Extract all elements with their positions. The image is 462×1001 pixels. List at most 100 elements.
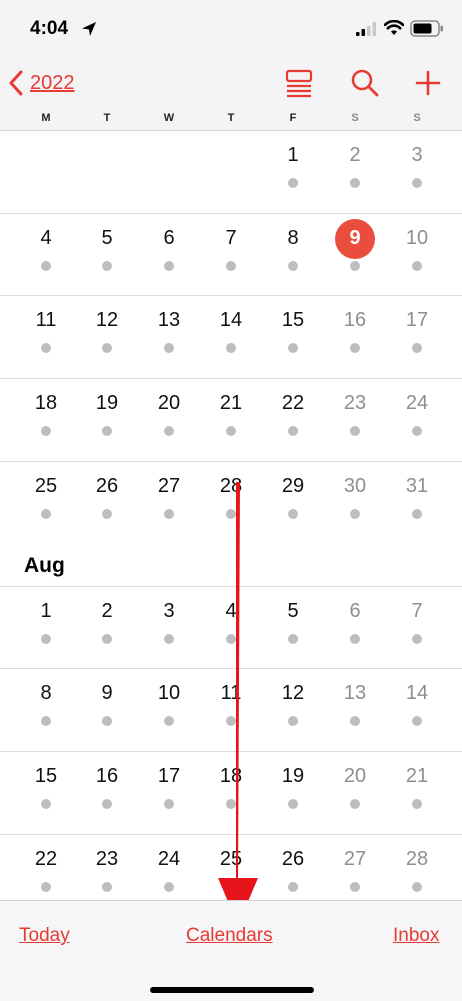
day-number: 12 <box>281 682 305 705</box>
day-cell[interactable]: 24 <box>389 382 445 456</box>
day-cell[interactable]: 8 <box>265 217 321 291</box>
day-cell[interactable]: 12 <box>265 672 321 746</box>
day-cell[interactable]: 2 <box>79 590 135 664</box>
battery-icon <box>410 20 443 37</box>
day-cell[interactable]: 3 <box>141 590 197 664</box>
day-cell[interactable]: 30 <box>327 465 383 539</box>
day-number: 1 <box>287 144 299 166</box>
day-cell[interactable]: 17 <box>141 755 197 829</box>
day-cell[interactable]: 19 <box>265 755 321 829</box>
back-year-label: 2022 <box>30 71 75 94</box>
back-to-year-button[interactable]: 2022 <box>8 66 75 100</box>
day-cell[interactable]: 18 <box>203 755 259 829</box>
day-cell[interactable]: 4 <box>203 590 259 664</box>
day-cell[interactable]: 5 <box>79 217 135 291</box>
day-cell[interactable]: 14 <box>203 299 259 373</box>
day-cell[interactable]: 14 <box>389 672 445 746</box>
weekday-label: T <box>103 112 111 124</box>
day-cell[interactable]: 11 <box>18 299 74 373</box>
day-cell[interactable]: 1 <box>265 134 321 208</box>
day-number: 15 <box>281 309 305 332</box>
day-cell[interactable]: 26 <box>79 465 135 539</box>
day-number: 27 <box>343 847 367 870</box>
event-dot <box>164 881 174 892</box>
event-dot <box>41 260 51 271</box>
day-number: 16 <box>95 764 119 787</box>
today-button[interactable]: Today <box>19 925 70 947</box>
event-dot <box>288 633 298 644</box>
day-cell[interactable]: 2 <box>327 134 383 208</box>
day-cell[interactable]: 17 <box>389 299 445 373</box>
day-cell[interactable]: 6 <box>327 590 383 664</box>
day-cell[interactable]: 21 <box>389 755 445 829</box>
day-cell[interactable]: 7 <box>389 590 445 664</box>
day-number: 2 <box>101 599 113 622</box>
day-number: 5 <box>287 599 299 622</box>
day-number: 11 <box>35 309 57 332</box>
day-cell[interactable]: 15 <box>18 755 74 829</box>
weekday-header: M T W T F S S <box>0 110 462 131</box>
day-number: 25 <box>219 847 243 870</box>
day-cell[interactable]: 10 <box>389 217 445 291</box>
day-number: 14 <box>219 309 243 332</box>
event-dot <box>102 881 112 892</box>
day-cell[interactable]: 28 <box>203 465 259 539</box>
day-number: 12 <box>95 309 119 332</box>
day-cell[interactable]: 25 <box>18 465 74 539</box>
day-cell[interactable]: 9 <box>327 217 383 291</box>
day-cell[interactable]: 16 <box>327 299 383 373</box>
search-icon[interactable] <box>349 68 381 98</box>
day-cell[interactable]: 27 <box>141 465 197 539</box>
day-number: 10 <box>157 682 181 705</box>
day-number: 7 <box>411 599 423 622</box>
day-cell[interactable]: 21 <box>203 382 259 456</box>
add-icon[interactable] <box>412 68 444 98</box>
day-cell[interactable]: 13 <box>141 299 197 373</box>
event-dot <box>350 508 360 519</box>
event-dot <box>164 343 174 354</box>
event-dot <box>41 633 51 644</box>
day-cell[interactable]: 22 <box>265 382 321 456</box>
day-cell[interactable]: 11 <box>203 672 259 746</box>
inbox-button[interactable]: Inbox <box>393 925 439 947</box>
list-view-icon[interactable] <box>283 68 315 98</box>
event-dot <box>412 798 422 809</box>
day-cell[interactable]: 1 <box>18 590 74 664</box>
day-cell[interactable]: 29 <box>265 465 321 539</box>
day-cell[interactable]: 5 <box>265 590 321 664</box>
day-cell[interactable]: 20 <box>141 382 197 456</box>
day-cell[interactable]: 20 <box>327 755 383 829</box>
event-dot <box>350 881 360 892</box>
event-dot <box>226 508 236 519</box>
event-dot <box>412 260 422 271</box>
day-cell[interactable]: 3 <box>389 134 445 208</box>
event-dot <box>226 426 236 437</box>
event-dot <box>288 260 298 271</box>
event-dot <box>412 343 422 354</box>
day-cell[interactable]: 7 <box>203 217 259 291</box>
day-number: 3 <box>163 599 175 622</box>
event-dot <box>41 798 51 809</box>
event-dot <box>226 881 236 892</box>
day-cell[interactable]: 8 <box>18 672 74 746</box>
event-dot <box>164 508 174 519</box>
event-dot <box>41 508 51 519</box>
day-cell[interactable]: 31 <box>389 465 445 539</box>
event-dot <box>226 633 236 644</box>
day-cell[interactable]: 19 <box>79 382 135 456</box>
week-divider <box>0 212 462 214</box>
day-cell[interactable]: 23 <box>327 382 383 456</box>
day-cell[interactable]: 16 <box>79 755 135 829</box>
day-cell[interactable]: 15 <box>265 299 321 373</box>
day-cell[interactable]: 4 <box>18 217 74 291</box>
day-cell[interactable]: 18 <box>18 382 74 456</box>
day-cell[interactable]: 13 <box>327 672 383 746</box>
day-number: 16 <box>343 309 367 332</box>
day-cell[interactable]: 10 <box>141 672 197 746</box>
day-number: 26 <box>281 847 305 870</box>
calendars-button[interactable]: Calendars <box>186 925 273 947</box>
day-number: 19 <box>281 764 305 787</box>
day-cell[interactable]: 12 <box>79 299 135 373</box>
day-cell[interactable]: 6 <box>141 217 197 291</box>
day-cell[interactable]: 9 <box>79 672 135 746</box>
